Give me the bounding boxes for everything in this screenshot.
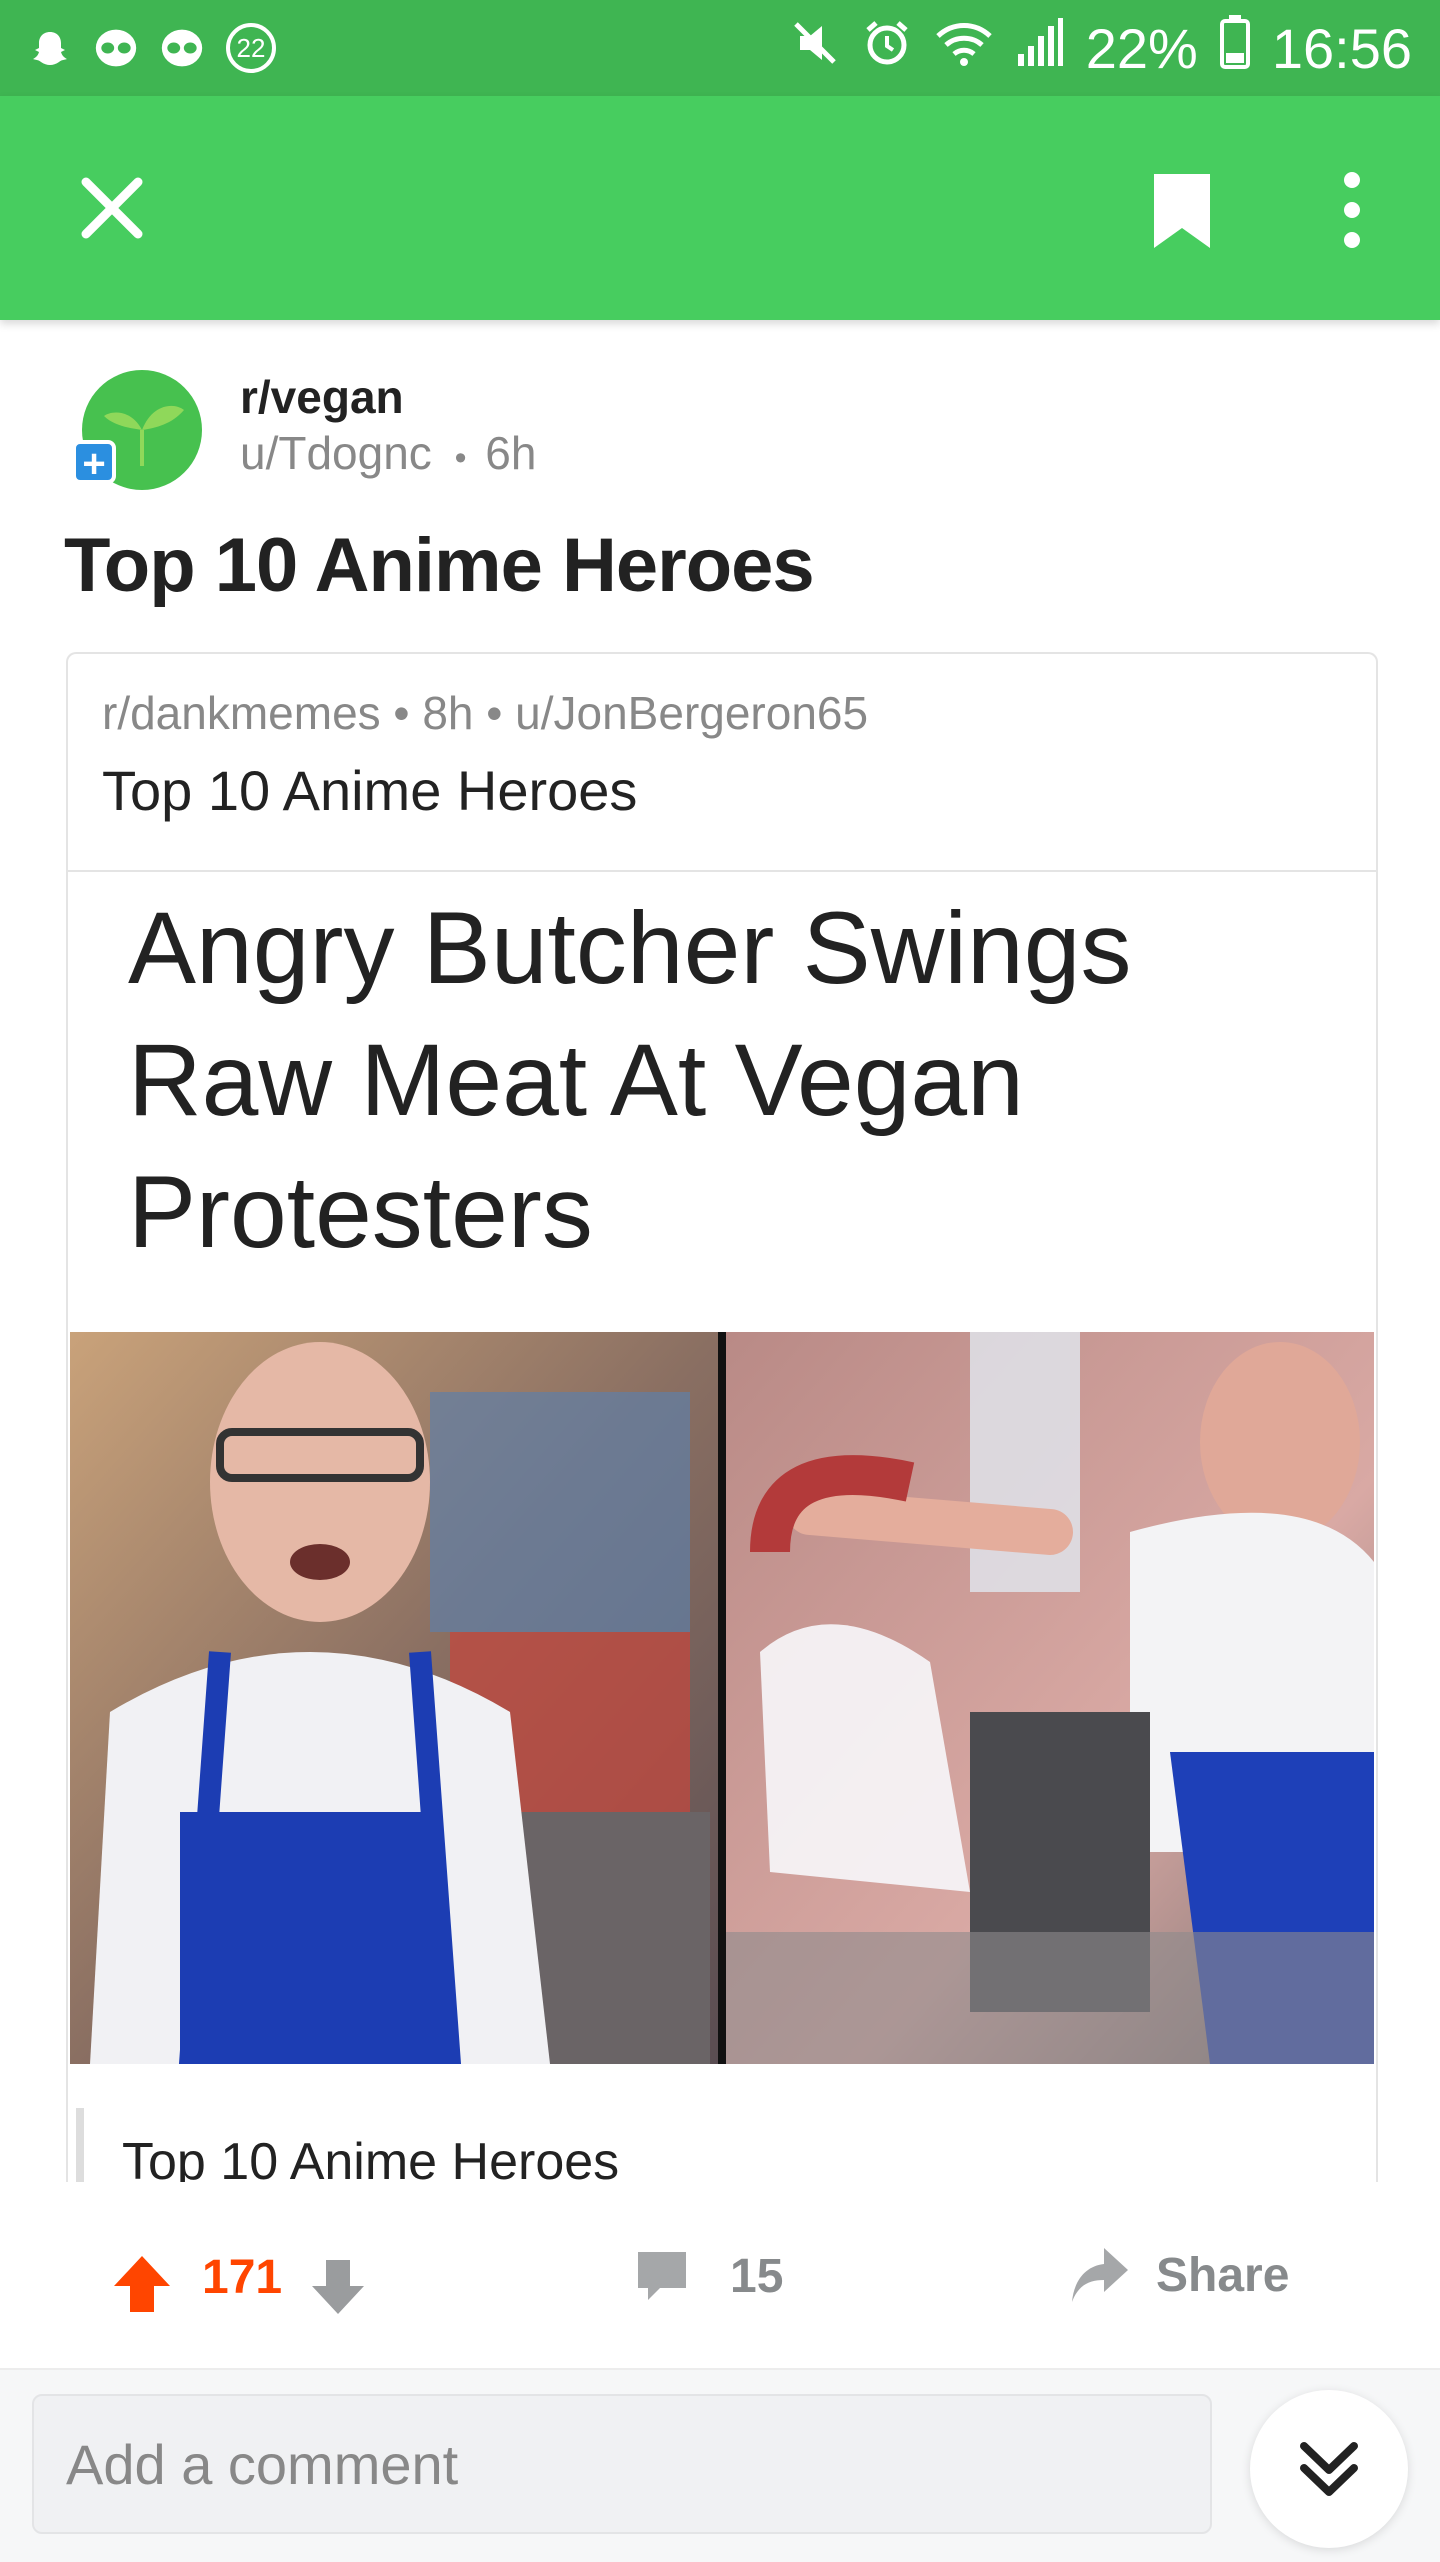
signal-icon: [1016, 16, 1064, 81]
crosspost-card[interactable]: r/dankmemes • 8h • u/JonBergeron65 Top 1…: [66, 652, 1378, 2184]
top-app-bar: [0, 96, 1440, 320]
join-subreddit-button[interactable]: +: [72, 440, 116, 484]
comment-input[interactable]: [32, 2394, 1212, 2534]
more-vertical-icon: [1344, 172, 1360, 248]
snapchat-icon: [28, 26, 72, 70]
crosspost-meta: r/dankmemes • 8h • u/JonBergeron65: [102, 687, 869, 739]
double-chevron-down-icon: [1300, 2442, 1358, 2496]
subreddit-name[interactable]: r/vegan: [240, 370, 404, 424]
post-image[interactable]: Angry Butcher Swings Raw Meat At Vegan P…: [68, 870, 1376, 2184]
upvote-arrow-icon: [114, 2256, 170, 2312]
post-header: + r/vegan u/Tdognc • 6h: [64, 370, 1364, 500]
battery-icon: [1219, 14, 1250, 82]
caption-divider: [76, 2108, 84, 2184]
meta-separator: •: [454, 439, 467, 477]
battery-percent: 22%: [1085, 16, 1198, 80]
upvote-button[interactable]: [112, 2254, 172, 2314]
comment-count: 15: [730, 2249, 784, 2303]
alarm-icon: [862, 16, 912, 81]
vote-score: 171: [202, 2251, 283, 2304]
close-button[interactable]: [70, 166, 154, 250]
post-author[interactable]: u/Tdognc: [240, 427, 432, 479]
post-meta: u/Tdognc • 6h: [240, 426, 536, 480]
comment-bubble-icon: [638, 2252, 686, 2300]
post-age: 6h: [485, 427, 537, 479]
alien-icon: [160, 26, 204, 70]
share-label: Share: [1156, 2248, 1290, 2302]
post-title: Top 10 Anime Heroes: [64, 523, 815, 608]
plus-icon: +: [82, 442, 106, 486]
image-caption: Top 10 Anime Heroes: [122, 2133, 620, 2184]
news-photo: [70, 1332, 1374, 2064]
status-bar: 22 22% 16:56: [0, 0, 1440, 96]
status-bar-left: 22: [28, 23, 276, 73]
mute-icon: [790, 16, 840, 81]
post-action-bar: 171 15 Share: [0, 2182, 1440, 2368]
image-headline: Angry Butcher Swings Raw Meat At Vegan P…: [128, 891, 1132, 1269]
comment-bar: [0, 2368, 1440, 2562]
bookmark-icon: [1154, 174, 1210, 248]
share-arrow-icon: [1072, 2248, 1128, 2302]
downvote-button[interactable]: [310, 2256, 366, 2316]
downvote-arrow-icon: [312, 2260, 364, 2314]
clock-time: 16:56: [1271, 16, 1412, 80]
wifi-icon: [934, 16, 994, 81]
more-options-button[interactable]: [1328, 168, 1376, 252]
comments-button[interactable]: 15: [634, 2248, 783, 2304]
close-icon: [81, 177, 143, 239]
save-post-button[interactable]: [1148, 168, 1216, 252]
alien-icon: [94, 26, 138, 70]
share-button[interactable]: Share: [1068, 2244, 1289, 2306]
status-bar-right: 22% 16:56: [790, 14, 1412, 82]
notification-count-badge: 22: [226, 23, 276, 73]
crosspost-title: Top 10 Anime Heroes: [102, 759, 638, 822]
scroll-down-button[interactable]: [1250, 2390, 1408, 2548]
